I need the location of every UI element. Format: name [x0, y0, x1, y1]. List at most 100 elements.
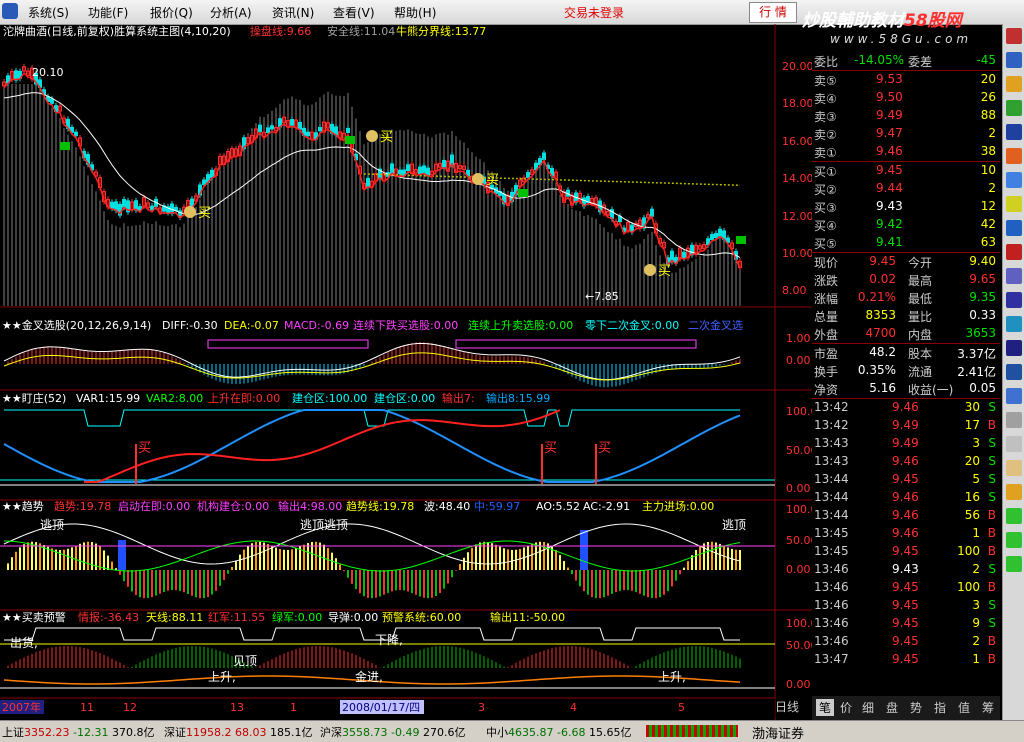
menu-analysis[interactable]: 分析(A) — [210, 4, 252, 21]
commission-row: 委比 -14.05% 委差 -45 — [812, 52, 1000, 70]
toolbar-icon[interactable] — [1006, 172, 1022, 188]
tick-time: 13:47 — [814, 652, 849, 666]
toolbar-icon[interactable] — [1006, 220, 1022, 236]
trend-label: 逃顶逃顶 — [300, 518, 348, 532]
tab-pankou[interactable]: 盘 — [886, 699, 898, 716]
menu-news[interactable]: 资讯(N) — [272, 4, 314, 21]
toolbar-icon[interactable] — [1006, 316, 1022, 332]
toolbar-icon[interactable] — [1006, 124, 1022, 140]
trend-t5: 趋势线:19.78 — [346, 499, 414, 513]
toolbar-icon[interactable] — [1006, 412, 1022, 428]
toolbar-icon[interactable] — [1006, 484, 1022, 500]
trend-t1: 趋势:19.78 — [54, 500, 111, 513]
index-zx[interactable]: 中小4635.87 -6.68 15.65亿 — [486, 724, 631, 740]
buy-volume: 10 — [980, 163, 996, 177]
tick-price: 9.49 — [892, 436, 919, 450]
toolbar-icon[interactable] — [1006, 196, 1022, 212]
tab-chips[interactable]: 筹 — [982, 699, 994, 716]
tab-detail[interactable]: 细 — [862, 699, 874, 716]
menu-help[interactable]: 帮助(H) — [394, 4, 436, 21]
menu-view[interactable]: 查看(V) — [333, 4, 375, 21]
toolbar-icon[interactable] — [1006, 28, 1022, 44]
sell-label: 卖① — [814, 146, 837, 160]
trend-green-line — [3, 540, 741, 572]
arrow-up-icon[interactable] — [1006, 508, 1022, 524]
tick-side: B — [987, 580, 996, 594]
macd-s3: 零下二次金叉:0.00 — [585, 318, 679, 332]
trend-axis-tick: 0.00 — [786, 563, 811, 576]
main-ind-operate: 操盘线:9.66 — [250, 24, 311, 38]
tick-row: 13:46 9.45 100 B — [812, 579, 1000, 597]
arrow-right-icon[interactable] — [1006, 532, 1022, 548]
menu-system[interactable]: 系统(S) — [28, 4, 69, 21]
tick-volume: 16 — [964, 490, 980, 504]
toolbar-icon[interactable] — [1006, 460, 1022, 476]
index-sz[interactable]: 深证11958.2 68.03 185.1亿 — [164, 724, 313, 740]
chart-area[interactable]: 沱牌曲酒(日线,前复权)胜算系统主图(4,10,20) 操盘线:9.66 安全线… — [0, 24, 812, 720]
tick-volume: 2 — [972, 562, 980, 576]
market-strength-bar — [646, 725, 738, 737]
tab-trades[interactable]: 笔 — [816, 699, 835, 716]
toolbar-icon[interactable] — [1006, 292, 1022, 308]
tab-index[interactable]: 指 — [934, 699, 946, 716]
macd-diff: DIFF:-0.30 — [162, 319, 218, 332]
toolbar-icon[interactable] — [1006, 340, 1022, 356]
index-sh[interactable]: 上证3352.23 -12.31 370.8亿 — [2, 724, 154, 740]
tick-volume: 100 — [957, 544, 980, 558]
tick-price: 9.45 — [892, 598, 919, 612]
sell-price: 9.50 — [876, 90, 903, 104]
toolbar-icon[interactable] — [1006, 364, 1022, 380]
tick-row: 13:46 9.45 3 S — [812, 597, 1000, 615]
sell-price: 9.53 — [876, 72, 903, 86]
tick-time: 13:43 — [814, 436, 849, 450]
warn-axis-tick: 100.0 — [786, 617, 812, 630]
menu-quote[interactable]: 报价(Q) — [150, 4, 193, 21]
stat-label: 量比 — [908, 310, 933, 324]
toolbar-icon[interactable] — [1006, 388, 1022, 404]
warn-axis-tick: 50.00 — [786, 639, 812, 652]
toolbar-icon[interactable] — [1006, 100, 1022, 116]
tab-price[interactable]: 价 — [840, 699, 852, 716]
stat-value: 9.35 — [969, 290, 996, 304]
index-hs[interactable]: 沪深3558.73 -0.49 270.6亿 — [320, 724, 465, 740]
sell-row: 卖② 9.47 2 — [812, 125, 1000, 143]
buy-price: 9.43 — [876, 199, 903, 213]
dz-t3: 建仓区:0.00 — [374, 391, 435, 405]
low-price-label: ←7.85 — [585, 290, 619, 303]
stat-value: 0.02 — [869, 272, 896, 286]
tick-row: 13:43 9.46 20 S — [812, 453, 1000, 471]
trend-label: 逃顶 — [40, 518, 64, 532]
toolbar-icon[interactable] — [1006, 436, 1022, 452]
tab-value[interactable]: 值 — [958, 699, 970, 716]
buy-price: 9.45 — [876, 163, 903, 177]
stat-label: 市盈 — [814, 347, 839, 361]
toolbar-icon[interactable] — [1006, 268, 1022, 284]
tick-time: 13:46 — [814, 616, 849, 630]
toolbar-icon[interactable] — [1006, 148, 1022, 164]
toolbar-icon[interactable] — [1006, 76, 1022, 92]
warn-t3: 红军:11.55 — [208, 611, 265, 624]
sell-price: 9.47 — [876, 126, 903, 140]
sell-volume: 2 — [988, 126, 996, 140]
sell-volume: 38 — [980, 144, 996, 158]
dz-t4: 输出7: — [442, 391, 475, 405]
stat-row: 市盈 48.2 股本 3.37亿 — [812, 344, 1000, 362]
quote-tabs: 笔 价 细 盘 势 指 值 筹 — [812, 696, 1000, 720]
trend-t9: AC:-2.91 — [583, 500, 630, 513]
quote-button[interactable]: 行 情 — [749, 2, 797, 23]
toolbar-icon[interactable] — [1006, 52, 1022, 68]
tick-volume: 2 — [972, 634, 980, 648]
trade-login-status[interactable]: 交易未登录 — [564, 4, 624, 21]
arrow-down-icon[interactable] — [1006, 556, 1022, 572]
day-tab[interactable]: 日线 — [775, 700, 799, 714]
warn-top-line — [4, 627, 740, 641]
tick-price: 9.45 — [892, 634, 919, 648]
trend-axis: 100.0 50.00 0.00 — [786, 503, 812, 576]
toolbar-icon[interactable] — [1006, 244, 1022, 260]
right-toolbar — [1002, 24, 1024, 720]
buy-volume: 2 — [988, 181, 996, 195]
menu-function[interactable]: 功能(F) — [88, 4, 128, 21]
tab-trend[interactable]: 势 — [910, 699, 922, 716]
macd-box — [455, 339, 697, 349]
sell-label: 卖⑤ — [814, 74, 837, 88]
